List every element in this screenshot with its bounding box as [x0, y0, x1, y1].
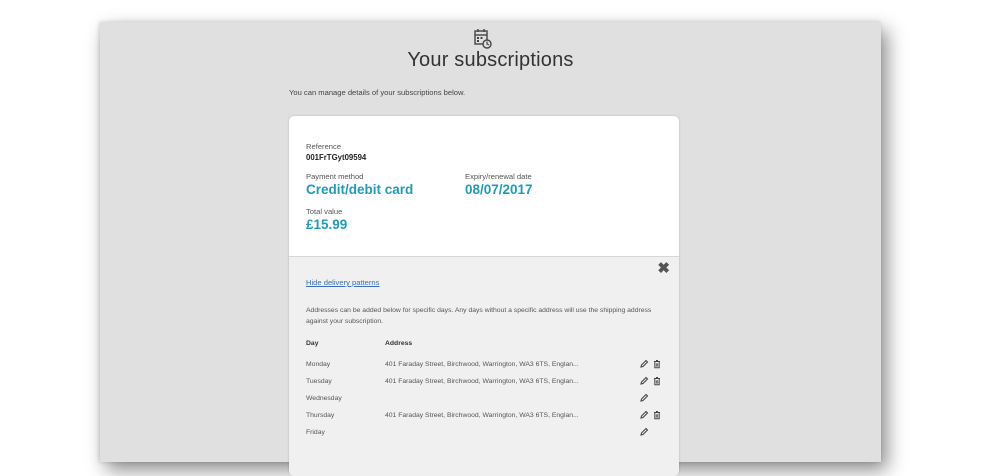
address-cell: 401 Faraday Street, Birchwood, Warringto… — [385, 412, 579, 419]
reference-value: 001FrTGyt09594 — [306, 153, 367, 162]
address-cell: 401 Faraday Street, Birchwood, Warringto… — [385, 361, 579, 368]
expiry-date-label: Expiry/renewal date — [465, 172, 532, 181]
total-value-label: Total value — [306, 207, 343, 216]
day-cell: Wednesday — [306, 395, 342, 402]
edit-pencil-icon[interactable] — [639, 393, 649, 403]
trash-icon[interactable] — [653, 376, 661, 386]
delivery-note: Addresses can be added below for specifi… — [306, 307, 652, 325]
delivery-row-wednesday: Wednesday — [289, 393, 679, 410]
address-column-header: Address — [385, 340, 413, 347]
page-title: Your subscriptions — [407, 49, 574, 71]
total-value: £15.99 — [306, 217, 348, 232]
subscription-card: Reference 001FrTGyt09594 Payment method … — [289, 116, 679, 476]
delivery-row-thursday: Thursday 401 Faraday Street, Birchwood, … — [289, 410, 679, 427]
subscription-summary: Reference 001FrTGyt09594 Payment method … — [289, 116, 679, 256]
trash-icon[interactable] — [653, 359, 661, 369]
expiry-date-value: 08/07/2017 — [465, 182, 533, 197]
delivery-row-monday: Monday 401 Faraday Street, Birchwood, Wa… — [289, 359, 679, 376]
address-cell: 401 Faraday Street, Birchwood, Warringto… — [385, 378, 579, 385]
edit-pencil-icon[interactable] — [639, 410, 649, 420]
edit-pencil-icon[interactable] — [639, 376, 649, 386]
delivery-row-friday: Friday — [289, 427, 679, 444]
delivery-row-tuesday: Tuesday 401 Faraday Street, Birchwood, W… — [289, 376, 679, 393]
edit-pencil-icon[interactable] — [639, 359, 649, 369]
subscription-calendar-icon — [474, 29, 492, 49]
close-icon[interactable]: ✖ — [657, 261, 670, 276]
reference-label: Reference — [306, 142, 342, 151]
delivery-patterns-section: ✖ Hide delivery patterns Addresses can b… — [289, 256, 679, 476]
day-column-header: Day — [306, 340, 319, 347]
intro-text: You can manage details of your subscript… — [289, 88, 466, 97]
day-cell: Friday — [306, 429, 325, 436]
edit-pencil-icon[interactable] — [639, 427, 649, 437]
day-cell: Tuesday — [306, 378, 332, 385]
day-cell: Monday — [306, 361, 331, 368]
trash-icon[interactable] — [653, 410, 661, 420]
subscriptions-panel: Your subscriptions You can manage detail… — [100, 22, 881, 476]
payment-method-label: Payment method — [306, 172, 364, 181]
hide-delivery-patterns-link[interactable]: Hide delivery patterns — [306, 278, 379, 287]
day-cell: Thursday — [306, 412, 335, 419]
payment-method-value: Credit/debit card — [306, 182, 414, 197]
